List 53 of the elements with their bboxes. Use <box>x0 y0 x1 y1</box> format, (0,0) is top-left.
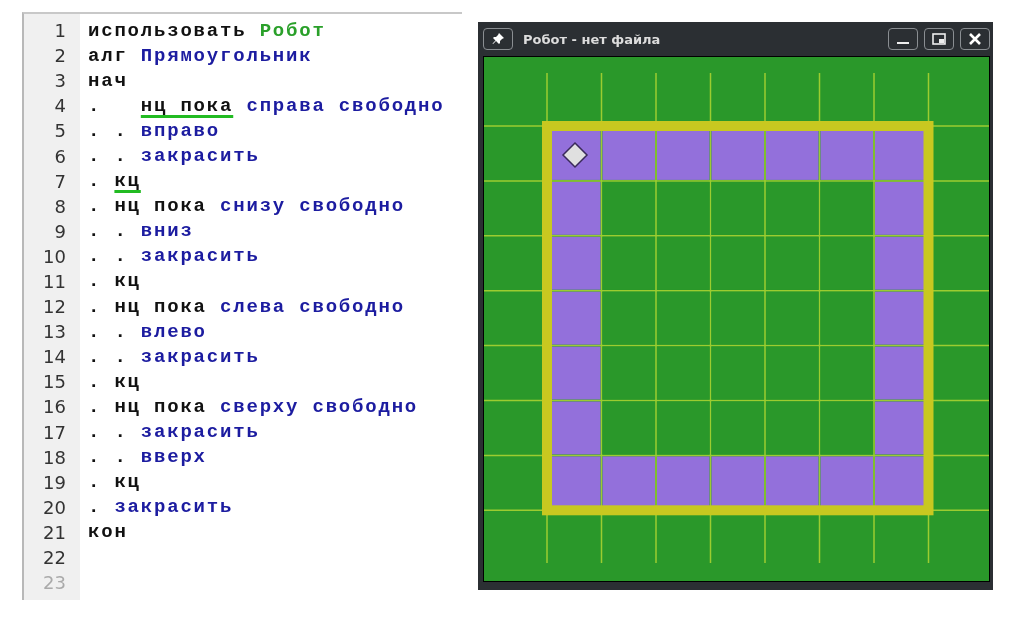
code-line: . кц <box>88 370 141 393</box>
line-number: 20 <box>42 496 66 518</box>
line-number: 9 <box>53 220 66 242</box>
line-number: 17 <box>42 421 66 443</box>
minimize-icon <box>897 42 909 44</box>
line-number: 23 <box>42 572 66 594</box>
line-number: 7 <box>53 170 66 192</box>
code-line: нач <box>88 69 128 92</box>
line-number: 22 <box>42 547 66 568</box>
code-line: . . закрасить <box>88 421 260 444</box>
line-number: 4 <box>53 95 66 117</box>
window-title: Робот - нет файла <box>523 31 661 47</box>
code-line: . кц <box>88 471 141 494</box>
code-line: . . вниз <box>88 220 194 243</box>
code-line: использовать Робот <box>88 19 326 42</box>
line-number: 5 <box>53 120 66 142</box>
restore-icon <box>931 32 947 46</box>
close-icon <box>968 32 982 46</box>
code-line: . . закрасить <box>88 145 260 167</box>
code-line: кон <box>88 521 128 544</box>
line-number: 1 <box>53 20 66 42</box>
code-line: . нц пока сверху свободно <box>88 395 419 418</box>
line-number: 3 <box>53 70 66 92</box>
line-number: 12 <box>42 296 66 318</box>
code-line: . нц пока снизу свободно <box>88 195 405 218</box>
line-number: 16 <box>42 396 66 418</box>
line-number: 11 <box>42 271 66 292</box>
code-line: . кц <box>88 270 141 293</box>
line-number: 19 <box>42 471 66 493</box>
line-number: 21 <box>42 521 66 543</box>
pin-icon <box>491 32 505 46</box>
restore-button[interactable] <box>924 28 954 50</box>
code-line: . закрасить <box>88 496 234 519</box>
code-line: . . вправо <box>88 119 221 142</box>
code-line: . . закрасить <box>88 245 260 268</box>
line-number: 13 <box>42 321 66 343</box>
code-line: . . закрасить <box>88 345 260 368</box>
line-number: 8 <box>53 195 66 217</box>
code-line: . . вверх <box>88 446 207 469</box>
line-number: 18 <box>42 446 66 468</box>
code-line: . . влево <box>88 320 207 343</box>
line-number: 6 <box>53 145 66 167</box>
pin-button[interactable] <box>483 28 513 50</box>
line-number: 2 <box>53 45 66 67</box>
close-button[interactable] <box>960 28 990 50</box>
code-line: . кц <box>88 170 141 193</box>
minimize-button[interactable] <box>888 28 918 50</box>
code-line: алг Прямоугольник <box>88 44 313 67</box>
code-line: . нц пока справа свободно <box>88 94 445 117</box>
code-line: . нц пока слева свободно <box>88 295 405 318</box>
line-number: 10 <box>42 245 66 267</box>
line-number: 15 <box>42 371 66 393</box>
line-number: 14 <box>42 346 66 368</box>
